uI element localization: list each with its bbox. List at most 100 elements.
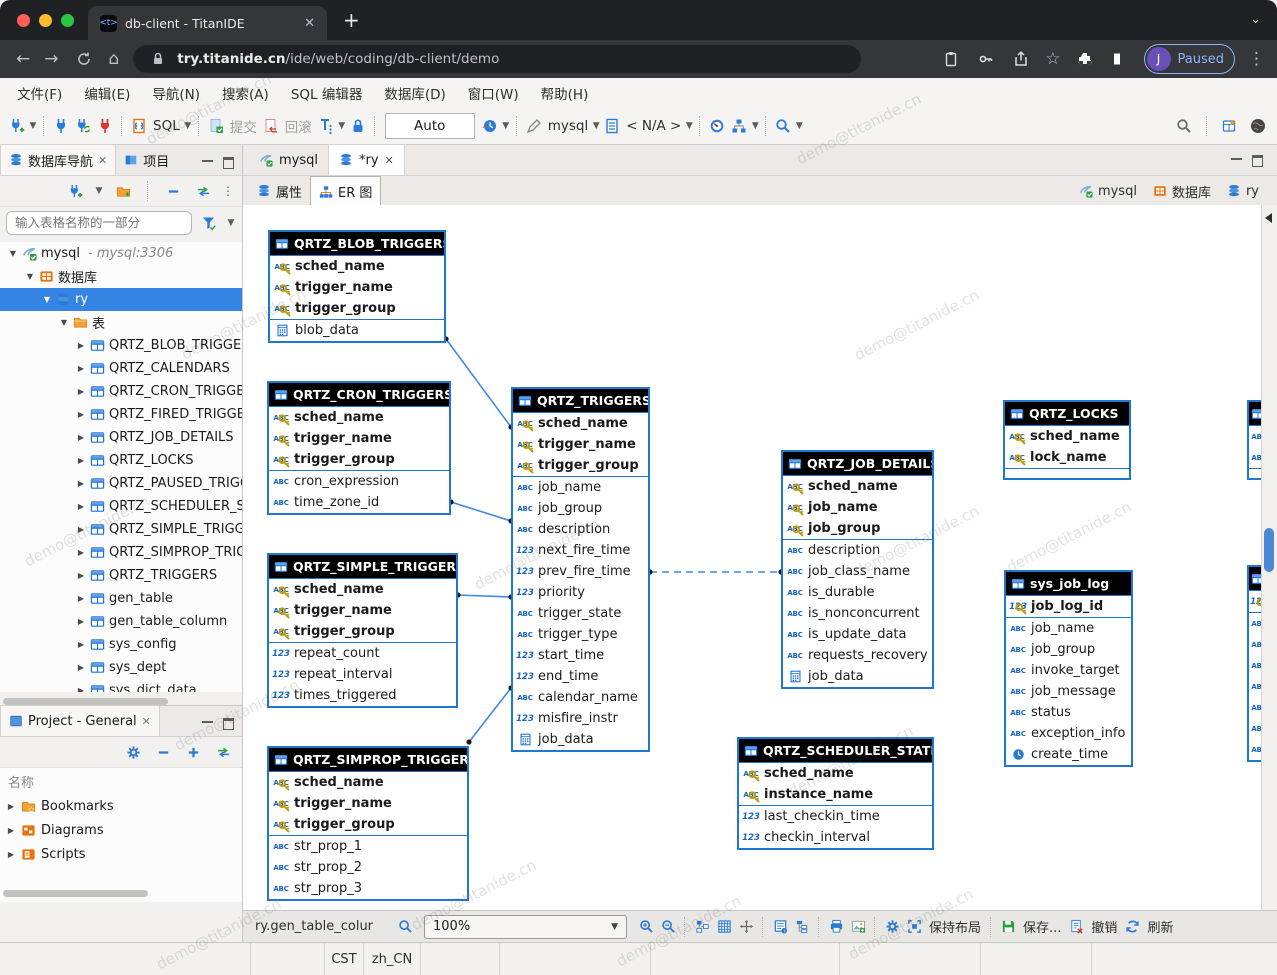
er-column-job_data[interactable]: job_data	[783, 666, 932, 687]
tree-item-数据库[interactable]: ▼数据库	[0, 265, 242, 288]
er-table-QRTZ_BLOB_TRIGGERS[interactable]: QRTZ_BLOB_TRIGGERSABCsched_nameABCtrigge…	[268, 230, 446, 343]
print-diagram-button[interactable]	[825, 916, 847, 938]
chevron-down-icon[interactable]: ▼	[94, 186, 104, 196]
undo-button[interactable]	[1065, 916, 1087, 938]
er-column-repeat_count[interactable]: 123repeat_count	[269, 643, 456, 664]
er-column-times_triggered[interactable]: 123times_triggered	[269, 685, 456, 706]
zoom-out-button[interactable]	[657, 916, 679, 938]
new-connection-button[interactable]	[64, 180, 86, 202]
chevron-right-icon[interactable]: ▶	[76, 525, 86, 534]
tree-item-gen_table[interactable]: ▶gen_table	[0, 587, 242, 610]
er-table-QRTZ_LOCKS[interactable]: QRTZ_LOCKSABCsched_nameABClock_name	[1003, 400, 1131, 480]
chevron-right-icon[interactable]: ▶	[6, 802, 16, 811]
er-column-end_time[interactable]: 123end_time	[513, 666, 648, 687]
tree-item-QRTZ_SCHEDULER_STATE[interactable]: ▶QRTZ_SCHEDULER_STATE	[0, 495, 242, 518]
er-column-trigger_group[interactable]: ABCtrigger_group	[269, 814, 467, 835]
diagram-search-icon[interactable]	[394, 916, 416, 938]
subtab-properties[interactable]: 属性	[249, 177, 310, 206]
er-canvas[interactable]: QRTZ_BLOB_TRIGGERSABCsched_nameABCtrigge…	[243, 205, 1262, 910]
quick-search-icon[interactable]	[1173, 115, 1195, 137]
er-column-trigger_type[interactable]: ABCtrigger_type	[513, 624, 648, 645]
chevron-right-icon[interactable]: ▶	[76, 686, 86, 692]
er-column-str_prop_2[interactable]: ABCstr_prop_2	[269, 857, 467, 878]
close-tab-icon[interactable]: ✕	[304, 16, 315, 31]
connect-button[interactable]	[50, 115, 72, 137]
disconnect-button[interactable]	[94, 115, 116, 137]
export-image-button[interactable]	[847, 916, 869, 938]
view-menu-icon[interactable]: ⋮	[222, 184, 234, 198]
er-table-header[interactable]: QRTZ_CRON_TRIGGERS	[269, 383, 449, 407]
profile-badge[interactable]: J Paused	[1144, 44, 1235, 74]
new-tab-button[interactable]: +	[343, 8, 360, 32]
forward-button[interactable]: →	[44, 49, 58, 69]
er-table-QRTZ_SIMPROP_TRIGGERS[interactable]: QRTZ_SIMPROP_TRIGGERSABCsched_nameABCtri…	[267, 746, 469, 901]
project-horizontal-scrollbar[interactable]	[3, 890, 148, 897]
zoom-in-button[interactable]	[635, 916, 657, 938]
link-with-editor-button[interactable]	[192, 180, 214, 202]
er-column-sched_name[interactable]: ABCsched_name	[269, 579, 456, 600]
menu-item-6[interactable]: 窗口(W)	[459, 80, 528, 106]
tab-sql-editor[interactable]: mysql	[249, 145, 328, 175]
er-column-job_log_id[interactable]: 123job_log_id	[1006, 596, 1131, 617]
filter-icon[interactable]	[198, 212, 220, 234]
er-column-trigger_name[interactable]: ABCtrigger_name	[269, 793, 467, 814]
er-column-invoke_target[interactable]: ABCinvoke_target	[1006, 660, 1131, 681]
er-column-description[interactable]: ABCdescription	[513, 519, 648, 540]
chevron-down-icon[interactable]: ▼	[25, 272, 35, 281]
er-column-is_update_data[interactable]: ABCis_update_data	[783, 624, 932, 645]
close-window-button[interactable]	[17, 14, 30, 27]
menu-item-1[interactable]: 编辑(E)	[75, 80, 139, 106]
active-connection-label[interactable]: mysql	[545, 118, 592, 134]
save-diagram-button[interactable]	[997, 916, 1019, 938]
er-table-fragment[interactable]: ABCABC	[1247, 400, 1262, 480]
minimize-panel-icon[interactable]	[202, 718, 213, 723]
project-item-Scripts[interactable]: ▶Scripts	[0, 842, 242, 866]
table-filter-input[interactable]	[6, 211, 192, 235]
save-label[interactable]: 保存...	[1019, 917, 1065, 936]
tree-item-QRTZ_BLOB_TRIGGERS[interactable]: ▶QRTZ_BLOB_TRIGGERS	[0, 334, 242, 357]
keep-layout-icon[interactable]	[903, 916, 925, 938]
chevron-right-icon[interactable]: ▶	[76, 479, 86, 488]
project-item-Bookmarks[interactable]: ▶Bookmarks	[0, 794, 242, 818]
rollback-label[interactable]: 回滚	[282, 116, 315, 136]
chevron-right-icon[interactable]: ▶	[76, 617, 86, 626]
tree-item-ry[interactable]: ▼ry	[0, 288, 242, 311]
chevron-down-icon[interactable]: ▼	[8, 249, 18, 258]
tree-item-QRTZ_CALENDARS[interactable]: ▶QRTZ_CALENDARS	[0, 357, 242, 380]
er-column-sched_name[interactable]: ABCsched_name	[783, 476, 932, 497]
er-table-header[interactable]: QRTZ_LOCKS	[1005, 402, 1129, 426]
er-column-repeat_interval[interactable]: 123repeat_interval	[269, 664, 456, 685]
er-column-sched_name[interactable]: ABCsched_name	[269, 407, 449, 428]
er-table-QRTZ_SCHEDULER_STATE[interactable]: QRTZ_SCHEDULER_STATEABCsched_nameABCinst…	[737, 737, 934, 850]
er-column-is_durable[interactable]: ABCis_durable	[783, 582, 932, 603]
filter-chevron-icon[interactable]: ▼	[226, 218, 236, 228]
er-column-status[interactable]: ABCstatus	[1006, 702, 1131, 723]
sidepanel-icon[interactable]	[1109, 48, 1131, 70]
sql-editor-button[interactable]	[128, 115, 150, 137]
tree-item-表[interactable]: ▼表	[0, 311, 242, 334]
maximize-editor-icon[interactable]	[1252, 155, 1263, 167]
rollback-button[interactable]	[260, 115, 282, 137]
er-column-blob_data[interactable]: blob_data	[270, 320, 444, 341]
keep-layout-label[interactable]: 保持布局	[925, 917, 985, 936]
collapse-all-button[interactable]	[162, 180, 184, 202]
maximize-window-button[interactable]	[61, 14, 74, 27]
breadcrumb-item-ry[interactable]: ry	[1227, 184, 1259, 199]
window-controls[interactable]	[8, 14, 88, 27]
chevron-right-icon[interactable]: ▶	[76, 456, 86, 465]
bookmark-star-icon[interactable]: ☆	[1045, 49, 1060, 69]
er-table-QRTZ_JOB_DETAILS[interactable]: QRTZ_JOB_DETAILSABCsched_nameABCjob_name…	[781, 450, 934, 689]
chevron-right-icon[interactable]: ▶	[76, 571, 86, 580]
sql-editor-label[interactable]: SQL	[150, 118, 183, 134]
er-column-trigger_name[interactable]: ABCtrigger_name	[269, 428, 449, 449]
transaction-chevron-icon[interactable]: ▼	[337, 121, 347, 131]
er-table-header[interactable]: QRTZ_SCHEDULER_STATE	[739, 739, 932, 763]
subtab-er-diagram[interactable]: ER 图	[310, 176, 381, 208]
tree-item-QRTZ_PAUSED_TRIGGER_GRPS[interactable]: ▶QRTZ_PAUSED_TRIGGER_GRPS	[0, 472, 242, 495]
link-with-editor-button[interactable]	[212, 741, 234, 763]
chevron-right-icon[interactable]: ▶	[76, 663, 86, 672]
tree-item-mysql[interactable]: ▼mysql- mysql:3306	[0, 242, 242, 265]
show-comments-button[interactable]: i	[769, 916, 791, 938]
er-table-QRTZ_TRIGGERS[interactable]: QRTZ_TRIGGERSABCsched_nameABCtrigger_nam…	[511, 387, 650, 752]
commit-mode-select[interactable]: Auto	[385, 113, 475, 139]
